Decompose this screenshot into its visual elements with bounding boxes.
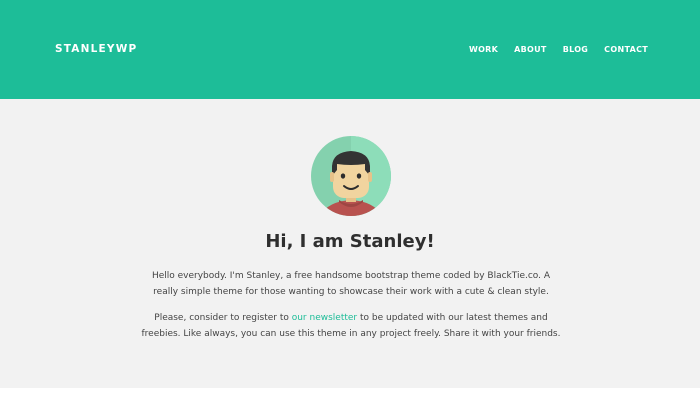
avatar-icon xyxy=(311,136,391,216)
site-header: STANLEYWP WORK ABOUT BLOG CONTACT xyxy=(0,0,700,99)
nav-contact[interactable]: CONTACT xyxy=(604,45,648,55)
main-nav: WORK ABOUT BLOG CONTACT xyxy=(453,45,648,55)
nav-blog[interactable]: BLOG xyxy=(563,45,588,55)
brand-logo[interactable]: STANLEYWP xyxy=(55,43,137,55)
intro-paragraph: Hello everybody. I'm Stanley, a free han… xyxy=(151,271,551,297)
newsletter-paragraph: Please, consider to register to our news… xyxy=(140,310,562,342)
nav-about[interactable]: ABOUT xyxy=(514,45,547,55)
newsletter-link[interactable]: our newsletter xyxy=(292,313,357,323)
newsletter-text-before: Please, consider to register to xyxy=(154,313,292,323)
nav-work[interactable]: WORK xyxy=(469,45,498,55)
hero-title: Hi, I am Stanley! xyxy=(265,231,435,252)
page-bottom-strip xyxy=(0,388,700,400)
